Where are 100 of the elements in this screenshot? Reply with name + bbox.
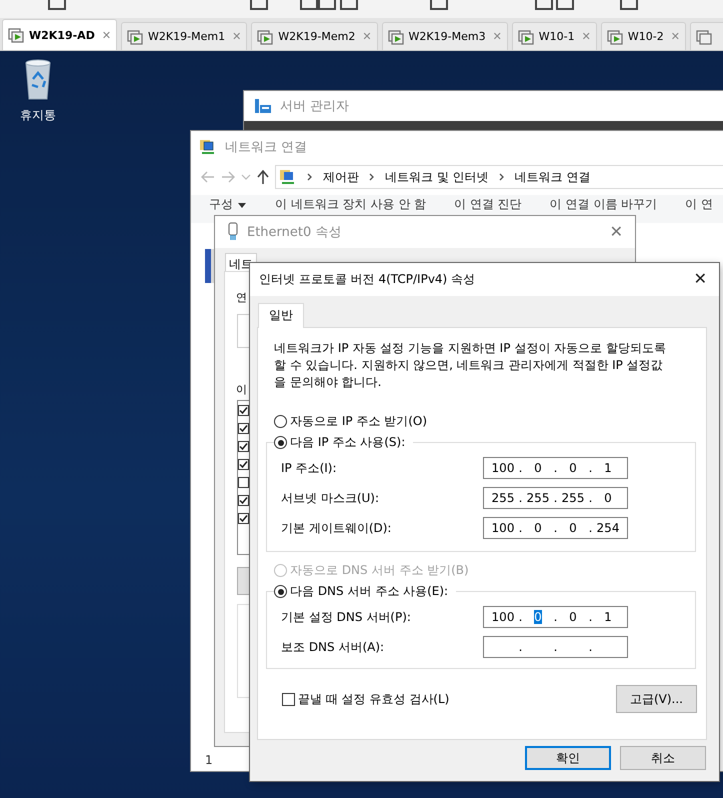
separator-dot: . [518, 640, 524, 654]
toolbar-icon[interactable] [556, 0, 574, 10]
window-title: 인터넷 프로토콜 버전 4(TCP/IPv4) 속성 [259, 271, 476, 288]
checkbox[interactable] [238, 405, 249, 416]
separator-dot: . [552, 610, 558, 624]
field-label: 서브넷 마스크(U): [281, 490, 380, 506]
adapter-icon[interactable] [205, 249, 214, 283]
octet-text: 0 [569, 461, 577, 475]
dialog-button[interactable]: 확인 [525, 746, 611, 770]
command-button[interactable]: 이 연결 진단 [454, 196, 522, 213]
vm-tab[interactable]: W10-2 ✕ [600, 22, 686, 50]
checkbox[interactable] [238, 513, 249, 524]
ip-address-field[interactable]: 100 . 0 . 0 . 254 [483, 517, 628, 539]
command-button[interactable]: 이 연결 이름 바꾸기 [550, 196, 658, 213]
vm-icon [388, 28, 404, 44]
command-button[interactable]: 이 연 [685, 196, 713, 213]
separator-dot: . [552, 491, 558, 505]
vm-icon [518, 28, 534, 44]
separator-dot: . [588, 640, 594, 654]
octet-text: 0 [604, 491, 612, 505]
toolbar-icon[interactable] [620, 0, 638, 10]
address-bar[interactable]: 제어판 네트워크 및 인터넷 네트워크 연결 [275, 165, 723, 189]
field-label: 이 [236, 382, 247, 397]
close-button[interactable]: ✕ [694, 269, 707, 288]
ip-address-field[interactable]: 100 . 0 . 0 . 1 [483, 457, 628, 479]
vm-icon [8, 27, 24, 43]
vm-tab[interactable]: W2K19-Mem1 ✕ [121, 22, 248, 50]
ip-address-field[interactable]: 255 . 255 . 255 . 0 [483, 487, 628, 509]
dialog-button[interactable]: 취소 [620, 746, 706, 770]
separator-dot: . [588, 610, 594, 624]
radio-button[interactable] [274, 585, 287, 598]
field-label: 연 [236, 290, 247, 305]
vm-tab[interactable]: W10-1 ✕ [512, 22, 597, 50]
octet-text: 0 [569, 610, 577, 624]
toolbar-icon[interactable] [535, 0, 553, 10]
toolbar-icon[interactable] [300, 0, 318, 10]
radio-button[interactable] [274, 415, 287, 428]
vm-icon [127, 28, 144, 44]
network-icon [199, 138, 217, 156]
toolbar-icon[interactable] [430, 0, 448, 10]
vm-tab[interactable]: W2K19-Mem2 ✕ [251, 22, 378, 50]
up-icon[interactable] [257, 170, 269, 184]
octet-text: 255 [526, 491, 550, 505]
command-button[interactable]: 이 네트워크 장치 사용 안 함 [275, 196, 426, 213]
octet-text: 0 [569, 521, 577, 535]
icon-label: 휴지통 [20, 107, 56, 124]
tab[interactable]: 일반 [258, 303, 304, 328]
checkbox[interactable] [238, 495, 249, 506]
octet-text: 0 [534, 610, 542, 624]
window-title: 서버 관리자 [280, 98, 350, 115]
breadcrumb-item[interactable]: 네트워크 및 인터넷 [385, 168, 489, 186]
octet-text: 0 [534, 521, 542, 535]
toolbar-icon[interactable] [340, 0, 358, 10]
ip-address-field[interactable]: . . . [483, 636, 628, 658]
octet-text: 0 [534, 461, 542, 475]
ip-address-field[interactable]: 100 . 0 . 0 . 1 [483, 606, 628, 628]
window-title: 네트워크 연결 [225, 139, 308, 156]
toolbar-icon[interactable] [250, 0, 268, 10]
octet-text: 254 [596, 521, 620, 535]
separator-dot: . [552, 521, 558, 535]
field-label: 보조 DNS 서버(A): [281, 638, 386, 656]
advanced-button[interactable]: 고급(V)... [616, 685, 697, 713]
octet-text: 1 [604, 461, 612, 475]
radio-label: 자동으로 DNS 서버 주소 받기(B) [290, 562, 469, 579]
checkbox[interactable] [238, 459, 249, 470]
octet-text: 100 [492, 521, 514, 535]
field-label: IP 주소(I): [281, 460, 338, 476]
close-button[interactable]: ✕ [610, 222, 623, 241]
separator-dot: . [588, 521, 594, 535]
command-button[interactable]: 구성 [209, 196, 247, 213]
checkbox[interactable] [238, 423, 249, 434]
vm-tab[interactable]: W2K19-AD ✕ [2, 19, 118, 50]
checkbox[interactable] [238, 477, 249, 488]
separator-dot: . [518, 610, 524, 624]
vm-tab[interactable]: W2K19-Mem3 ✕ [382, 22, 508, 50]
breadcrumb-item[interactable]: 네트워크 연결 [514, 168, 590, 186]
toolbar-icon[interactable] [318, 0, 336, 10]
separator-dot: . [518, 461, 524, 475]
toolbar-icon[interactable] [48, 0, 66, 10]
separator-dot: . [552, 640, 558, 654]
radio-button[interactable] [274, 436, 287, 449]
server-icon [254, 98, 272, 114]
description-text: 네트워크가 IP 자동 설정 기능을 지원하면 IP 설정이 자동으로 할당되도록 할 수 있습니다. 지원하지 않으면, 네트워크 관리자에게 적절한 IP 설정값을 문의해야 합니다. [274, 340, 667, 391]
separator-dot: . [588, 461, 594, 475]
radio-label: 다음 IP 주소 사용(S): [290, 434, 406, 451]
octet-text: 100 [492, 610, 514, 624]
octet-text: 1 [604, 610, 612, 624]
field-label: 기본 설정 DNS 서버(P): [281, 608, 412, 626]
vm-tab[interactable] [690, 22, 723, 50]
breadcrumb-item[interactable]: 제어판 [323, 168, 359, 186]
close-icon[interactable]: ✕ [102, 28, 112, 42]
octet-text: 255 [562, 491, 584, 505]
radio-label: 자동으로 IP 주소 받기(O) [290, 413, 428, 430]
checkbox-label: 끝낼 때 설정 유효성 검사(L) [298, 690, 450, 708]
separator-dot: . [552, 461, 558, 475]
caret-icon [237, 200, 247, 208]
octet-text: 100 [492, 461, 514, 475]
checkbox[interactable] [282, 692, 295, 706]
window-title: Ethernet0 속성 [247, 224, 342, 241]
checkbox[interactable] [238, 441, 249, 452]
